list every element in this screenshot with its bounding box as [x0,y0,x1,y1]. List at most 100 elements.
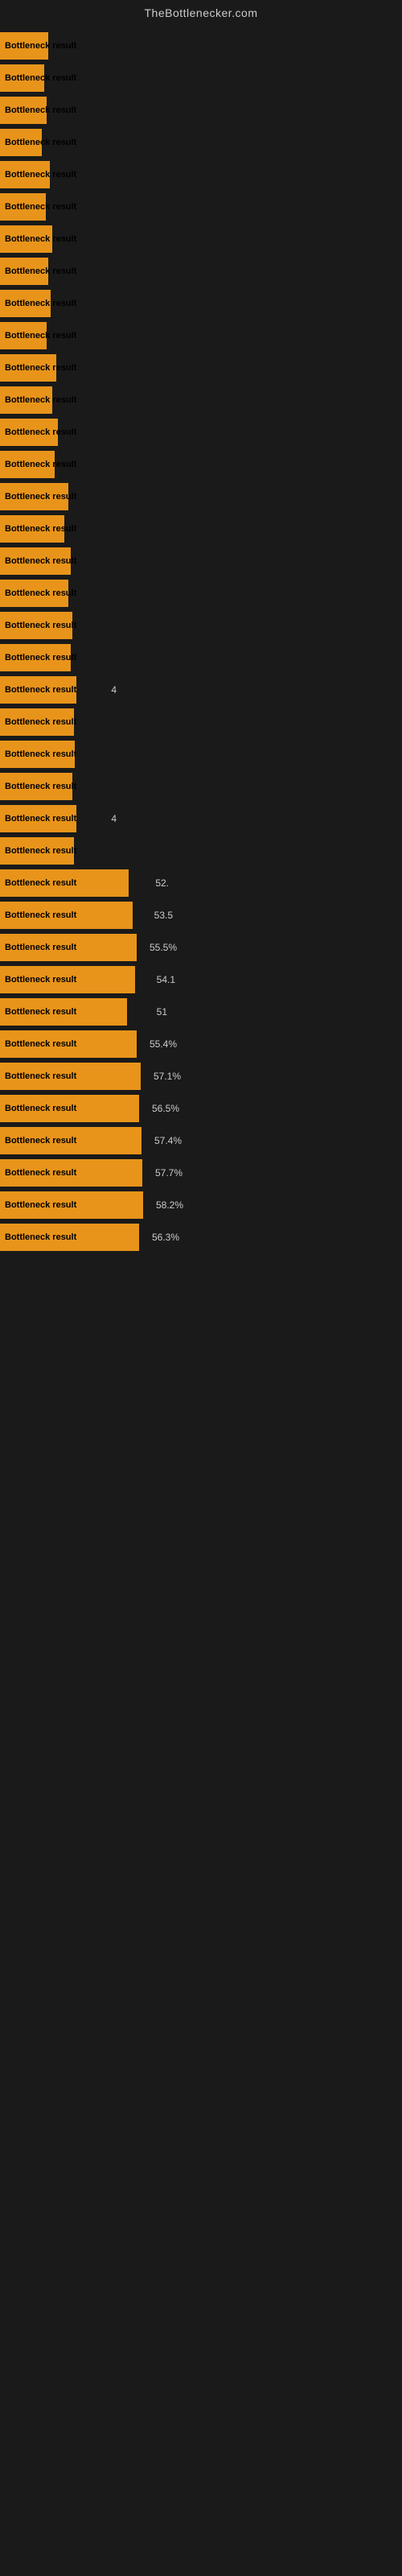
bar-label: Bottleneck result [3,1200,76,1210]
bar-label: Bottleneck result [3,170,76,180]
bar-value: 55.5% [150,942,177,953]
bar: Bottleneck result [0,97,47,124]
bar: Bottleneck result [0,354,56,382]
bar-row: Bottleneck result [0,95,402,126]
bar-label: Bottleneck result [3,1104,76,1113]
bar-row: Bottleneck result [0,707,402,737]
bar-label: Bottleneck result [3,41,76,51]
bar-label: Bottleneck result [3,395,76,405]
bar: Bottleneck result [0,225,52,253]
bar-value: 56.3% [152,1232,179,1243]
bar-label: Bottleneck result [3,621,76,630]
bar-row: Bottleneck result 56.5% [0,1093,402,1124]
bar-value: 54.1 [157,974,175,985]
bar-row: Bottleneck result [0,127,402,158]
bar: Bottleneck result51 [0,998,127,1026]
bar-row: Bottleneck result53.5 [0,900,402,931]
bar-row: Bottleneck result [0,353,402,383]
bar-row: Bottleneck result [0,514,402,544]
bar: Bottleneck result [0,741,75,768]
bar: Bottleneck result [0,290,51,317]
bar-label: Bottleneck result [3,299,76,308]
bar-row: Bottleneck result [0,610,402,641]
bar-row: Bottleneck result [0,224,402,254]
bar-value: 57.4% [154,1135,182,1146]
bar-row: Bottleneck result [0,481,402,512]
bar: Bottleneck result55.4% [0,1030,137,1058]
bar-row: Bottleneck result [0,192,402,222]
bar: Bottleneck result57.7% [0,1159,142,1187]
bar: Bottleneck result54.1 [0,966,135,993]
bar-row: Bottleneck result [0,63,402,93]
bar-label: Bottleneck result [3,234,76,244]
bar-label: Bottleneck result [3,138,76,147]
bar-row: Bottleneck result 4 [0,803,402,834]
bar-label: Bottleneck result [3,749,76,759]
bar-label: Bottleneck result [3,427,76,437]
bar: Bottleneck result53.5 [0,902,133,929]
bar-label: Bottleneck result [3,460,76,469]
bar-label: Bottleneck result [3,717,76,727]
bar: Bottleneck result57.4% [0,1127,142,1154]
bar: Bottleneck result [0,837,74,865]
bar: Bottleneck result55.5% [0,934,137,961]
bar-label: Bottleneck result [3,105,76,115]
bar: Bottleneck result [0,483,68,510]
bar-row: Bottleneck result [0,578,402,609]
bar: Bottleneck result [0,773,72,800]
bar-label: Bottleneck result [3,943,76,952]
bar-value: 57.7% [155,1167,183,1179]
bar-row: Bottleneck result [0,836,402,866]
bar-label: Bottleneck result [3,1039,76,1049]
bar-label: Bottleneck result [3,331,76,341]
bar: Bottleneck result [0,547,71,575]
bar-label: Bottleneck result [3,1071,76,1081]
bar-row: Bottleneck result [0,449,402,480]
bar-label: Bottleneck result [3,492,76,502]
bar-row: Bottleneck result 57.4% [0,1125,402,1156]
bar-row: Bottleneck result56.3% [0,1222,402,1253]
bar: Bottleneck result [0,580,68,607]
bar-label: Bottleneck result [3,73,76,83]
bar: Bottleneck result4 [0,805,76,832]
bar-label: Bottleneck result [3,878,76,888]
bar-label: Bottleneck result [3,814,76,824]
bar: Bottleneck result [0,258,48,285]
bar-row: Bottleneck result [0,642,402,673]
bar-value: 57.1% [154,1071,181,1082]
bar: Bottleneck result [0,193,46,221]
bar-row: Bottleneck result51 [0,997,402,1027]
bar-row: Bottleneck result4 [0,675,402,705]
bar-row: Bottleneck result [0,771,402,802]
bar-label: Bottleneck result [3,1168,76,1178]
bar-label: Bottleneck result [3,653,76,663]
bar-value: 55.4% [150,1038,177,1050]
bar: Bottleneck result57.1% [0,1063,141,1090]
bar-row: Bottleneck result 57.7% [0,1158,402,1188]
bar-label: Bottleneck result [3,846,76,856]
bar-label: Bottleneck result [3,524,76,534]
bar-value: 4 [111,813,117,824]
bar-row: Bottleneck result 57.1% [0,1061,402,1092]
bar-label: Bottleneck result [3,1136,76,1146]
bar-label: Bottleneck result [3,910,76,920]
bar-label: Bottleneck result [3,202,76,212]
bar-label: Bottleneck result [3,1007,76,1017]
bar: Bottleneck result [0,64,44,92]
bar-row: Bottleneck result [0,417,402,448]
bar-value: 4 [111,684,117,696]
bar: Bottleneck result52. [0,869,129,897]
bar: Bottleneck result [0,419,58,446]
bar-value: 56.5% [152,1103,179,1114]
bar-label: Bottleneck result [3,782,76,791]
bar-row: Bottleneck result 55.5% [0,932,402,963]
bar: Bottleneck result56.3% [0,1224,139,1251]
bar-row: Bottleneck result [0,159,402,190]
bar-label: Bottleneck result [3,588,76,598]
bar-row: Bottleneck result [0,256,402,287]
bar-row: Bottleneck result 55.4% [0,1029,402,1059]
bar: Bottleneck result [0,644,71,671]
bar-row: Bottleneck result58.2% [0,1190,402,1220]
bar-label: Bottleneck result [3,266,76,276]
bar: Bottleneck result [0,708,74,736]
